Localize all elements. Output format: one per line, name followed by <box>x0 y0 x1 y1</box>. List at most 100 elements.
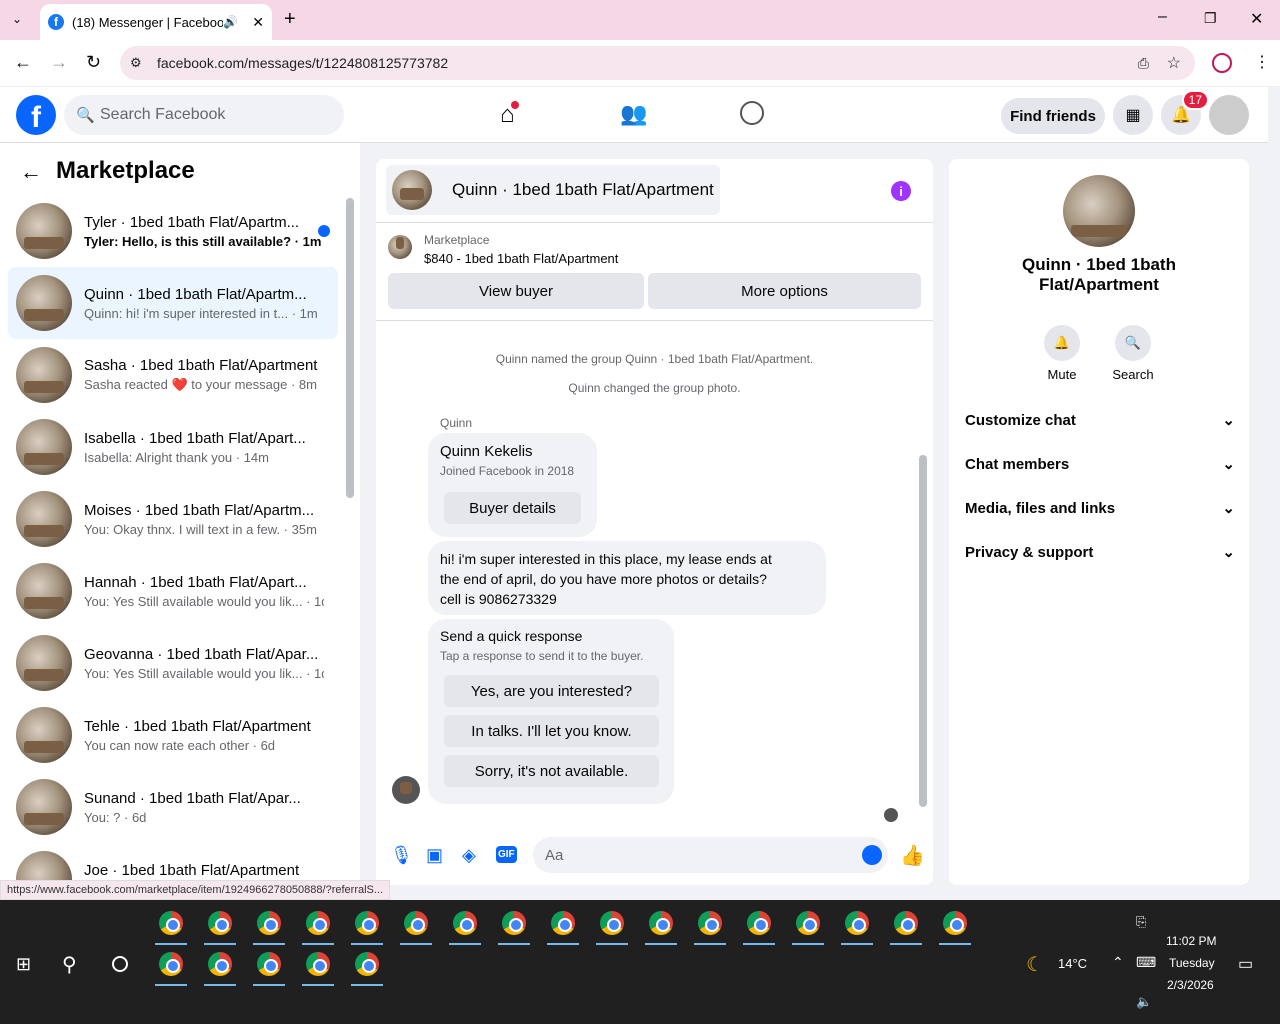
facebook-logo-icon[interactable]: f <box>16 95 56 135</box>
friends-icon[interactable]: 👥 <box>620 101 647 127</box>
chrome-taskbar-icon[interactable] <box>641 903 681 945</box>
buyer-details-button[interactable]: Buyer details <box>444 492 581 524</box>
notification-center-icon[interactable]: ▭ <box>1238 954 1253 974</box>
minimize-icon[interactable]: – <box>1158 8 1167 26</box>
close-tab-icon[interactable]: ✕ <box>252 14 264 31</box>
conversation-item[interactable]: Tehle · 1bed 1bath Flat/Apartment You can… <box>8 699 338 771</box>
emoji-icon[interactable] <box>862 845 882 865</box>
chrome-taskbar-icon[interactable] <box>445 903 485 945</box>
chat-scrollbar[interactable] <box>919 455 927 807</box>
running-indicator <box>400 943 432 945</box>
find-friends-button[interactable]: Find friends <box>1001 98 1105 134</box>
back-arrow-icon[interactable]: ← <box>20 159 42 185</box>
view-buyer-button[interactable]: View buyer <box>388 273 644 309</box>
restore-icon[interactable]: ❐ <box>1204 10 1217 27</box>
gif-icon[interactable]: GIF <box>496 846 517 863</box>
chrome-taskbar-icon[interactable] <box>347 903 387 945</box>
conversation-sidebar: ← Marketplace Tyler · 1bed 1bath Flat/Ap… <box>0 143 360 907</box>
close-window-icon[interactable]: ✕ <box>1250 9 1263 29</box>
chrome-taskbar-icon[interactable] <box>935 903 975 945</box>
photo-icon[interactable]: ▣ <box>426 845 443 866</box>
windows-start-icon[interactable]: ⊞ <box>16 954 31 975</box>
conversation-item[interactable]: Isabella · 1bed 1bath Flat/Apart... Isabe… <box>8 411 338 483</box>
clock-day[interactable]: Tuesday <box>1169 956 1215 970</box>
browser-tab[interactable]: f (18) Messenger | Facebook 🔊 ✕ <box>40 4 272 40</box>
groups-icon[interactable] <box>740 101 764 125</box>
chrome-taskbar-icon[interactable] <box>690 903 730 945</box>
chrome-taskbar-icon[interactable] <box>739 903 779 945</box>
chrome-taskbar-icon[interactable] <box>494 903 534 945</box>
conversation-item[interactable]: Geovanna · 1bed 1bath Flat/Apar... You: Y… <box>8 627 338 699</box>
chrome-taskbar-icon[interactable] <box>200 944 240 986</box>
facebook-search-input[interactable]: 🔍 Search Facebook <box>64 95 344 135</box>
mute-button[interactable]: 🔔 Mute <box>1037 325 1087 382</box>
address-bar[interactable]: ⚙ facebook.com/messages/t/12248081257737… <box>120 46 1195 80</box>
quick-reply-talks-button[interactable]: In talks. I'll let you know. <box>444 715 659 747</box>
conversation-avatar <box>16 347 72 403</box>
chrome-taskbar-icon[interactable] <box>151 944 191 986</box>
forward-icon[interactable]: → <box>50 52 68 73</box>
chat-title-button[interactable]: Quinn · 1bed 1bath Flat/Apartment <box>386 165 720 215</box>
quick-reply-yes-button[interactable]: Yes, are you interested? <box>444 675 659 707</box>
taskbar-search-icon[interactable]: ⚲ <box>62 952 77 977</box>
chrome-icon <box>306 911 330 935</box>
chat-members-section[interactable]: Chat members ⌄ <box>965 455 1235 474</box>
home-icon[interactable]: ⌂ <box>500 101 519 129</box>
more-options-button[interactable]: More options <box>648 273 921 309</box>
chrome-taskbar-icon[interactable] <box>249 944 289 986</box>
customize-chat-section[interactable]: Customize chat ⌄ <box>965 411 1235 430</box>
microphone-icon[interactable]: 🎙 <box>390 845 413 866</box>
back-icon[interactable]: ← <box>14 52 32 73</box>
quick-reply-unavailable-button[interactable]: Sorry, it's not available. <box>444 755 659 787</box>
menu-dots-icon[interactable]: ⋮ <box>1254 52 1270 72</box>
chrome-taskbar-icon[interactable] <box>396 903 436 945</box>
tray-chevron-icon[interactable]: ⌃ <box>1112 954 1124 971</box>
menu-grid-icon[interactable]: ▦ <box>1113 95 1153 135</box>
sticker-icon[interactable]: ◈ <box>462 845 476 866</box>
chrome-taskbar-icon[interactable] <box>788 903 828 945</box>
volume-icon[interactable]: 🔈 <box>1136 994 1152 1010</box>
reload-icon[interactable]: ↻ <box>86 52 101 73</box>
clock-date[interactable]: 2/3/2026 <box>1167 978 1214 992</box>
install-icon[interactable]: ⎙ <box>1138 55 1149 72</box>
device-icon[interactable]: ⎘ <box>1136 914 1146 930</box>
conversation-item[interactable]: Moises · 1bed 1bath Flat/Apartm... You: O… <box>8 483 338 555</box>
info-icon[interactable]: i <box>891 181 911 201</box>
conversation-item[interactable]: Sasha · 1bed 1bath Flat/Apartment Sasha r… <box>8 339 338 411</box>
chrome-taskbar-icon[interactable] <box>249 903 289 945</box>
site-info-icon[interactable]: ⚙ <box>130 55 142 71</box>
chrome-taskbar-icon[interactable] <box>886 903 926 945</box>
listing-thumbnail <box>388 235 412 259</box>
task-view-icon[interactable] <box>112 956 128 972</box>
temperature[interactable]: 14°C <box>1058 956 1087 971</box>
chrome-taskbar-icon[interactable] <box>200 903 240 945</box>
conversation-item[interactable]: Tyler · 1bed 1bath Flat/Apartm... Tyler: … <box>8 195 338 267</box>
weather-moon-icon[interactable]: ☾ <box>1026 952 1044 977</box>
chrome-taskbar-icon[interactable] <box>543 903 583 945</box>
chrome-taskbar-icon[interactable] <box>837 903 877 945</box>
chrome-taskbar-icon[interactable] <box>298 903 338 945</box>
chrome-icon <box>502 911 526 935</box>
like-thumb-icon[interactable]: 👍 <box>900 843 925 868</box>
chrome-taskbar-icon[interactable] <box>592 903 632 945</box>
chrome-taskbar-icon[interactable] <box>298 944 338 986</box>
message-input[interactable]: Aa <box>533 837 888 873</box>
chrome-taskbar-icon[interactable] <box>347 944 387 986</box>
clock-time[interactable]: 11:02 PM <box>1166 934 1216 948</box>
speaker-icon[interactable]: 🔊 <box>223 15 238 29</box>
notifications-bell-icon[interactable]: 🔔 17 <box>1161 90 1209 135</box>
conversation-item[interactable]: Quinn · 1bed 1bath Flat/Apartm... Quinn: … <box>8 267 338 339</box>
account-avatar[interactable] <box>1209 95 1249 135</box>
new-tab-icon[interactable]: + <box>284 8 296 31</box>
privacy-support-section[interactable]: Privacy & support ⌄ <box>965 543 1235 562</box>
conversation-item[interactable]: Sunand · 1bed 1bath Flat/Apar... You: ? ·… <box>8 771 338 843</box>
network-icon[interactable]: ⌨ <box>1136 954 1156 971</box>
media-files-section[interactable]: Media, files and links ⌄ <box>965 499 1235 518</box>
conversation-item[interactable]: Hannah · 1bed 1bath Flat/Apart... You: Ye… <box>8 555 338 627</box>
profile-icon[interactable] <box>1212 53 1232 73</box>
tab-search-icon[interactable]: ⌄ <box>12 12 22 26</box>
chrome-taskbar-icon[interactable] <box>151 903 191 945</box>
sidebar-scrollbar[interactable] <box>346 198 354 498</box>
bookmark-star-icon[interactable]: ☆ <box>1167 53 1181 73</box>
search-button[interactable]: 🔍 Search <box>1108 325 1158 382</box>
